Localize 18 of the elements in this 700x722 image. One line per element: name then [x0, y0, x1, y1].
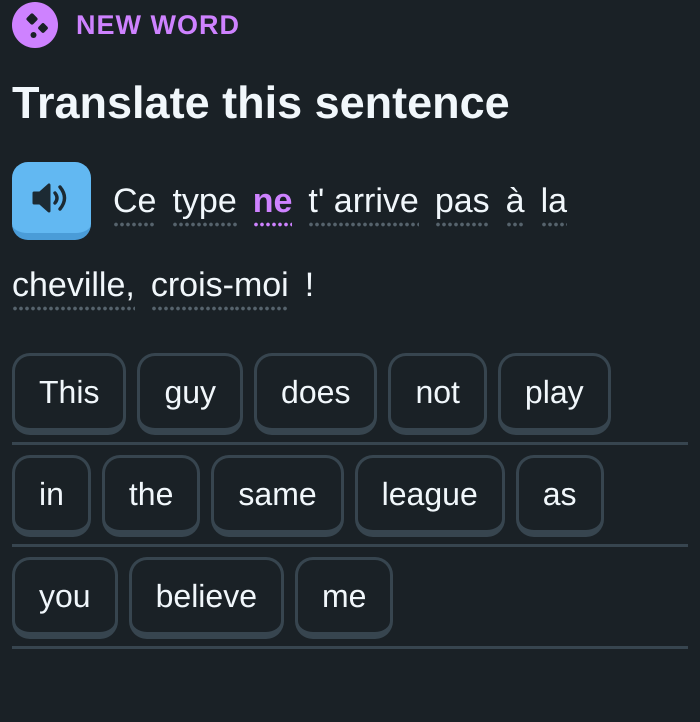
- exercise-title: Translate this sentence: [12, 76, 511, 130]
- word-tile[interactable]: play: [498, 353, 611, 435]
- word-tile[interactable]: believe: [128, 557, 284, 639]
- word-tile[interactable]: league: [354, 455, 505, 537]
- new-word-label: NEW WORD: [76, 10, 240, 40]
- word-tile[interactable]: not: [388, 353, 487, 435]
- word-tile[interactable]: as: [516, 455, 604, 537]
- word-tile[interactable]: me: [295, 557, 394, 639]
- word-tile[interactable]: in: [12, 455, 91, 537]
- word-tile[interactable]: does: [254, 353, 378, 435]
- speaker-button[interactable]: [12, 162, 91, 240]
- word-tile[interactable]: you: [12, 557, 118, 639]
- word-tile[interactable]: the: [102, 455, 200, 537]
- sentence-word: !: [304, 265, 314, 306]
- word-tile[interactable]: guy: [137, 353, 244, 435]
- diamond-shapes-icon: [12, 2, 58, 48]
- word-tile[interactable]: same: [211, 455, 344, 537]
- word-tile[interactable]: This: [12, 353, 126, 435]
